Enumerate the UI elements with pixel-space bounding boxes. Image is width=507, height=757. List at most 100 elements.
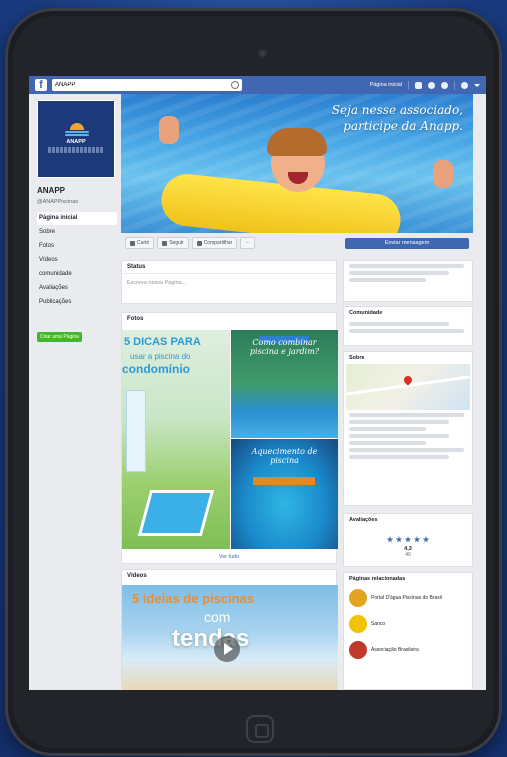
home-button[interactable] xyxy=(246,715,274,743)
photo-2-caption: Como combinar piscina e jardim? xyxy=(249,338,320,356)
avatar[interactable] xyxy=(349,615,367,633)
like-label: Curtir xyxy=(137,240,150,246)
logo-subtitle xyxy=(48,147,104,153)
camera-icon xyxy=(258,49,267,58)
blurred-text xyxy=(349,329,465,333)
share-icon xyxy=(196,240,202,246)
blurred-text xyxy=(349,322,449,326)
like-icon xyxy=(130,240,135,246)
related-page-name[interactable]: Portal D'água Piscinas do Brasil xyxy=(371,595,442,601)
nav-item-home[interactable]: Página inicial xyxy=(37,212,117,225)
avatar[interactable] xyxy=(349,641,367,659)
blurred-text xyxy=(349,420,449,424)
related-page-name[interactable]: Sanco xyxy=(371,621,385,627)
page-handle[interactable]: @ANAPPiscinas xyxy=(37,199,78,205)
nav-item-community[interactable]: comunidade xyxy=(37,268,117,281)
left-column: ANAPP ANAPP @ANAPPiscinas Página inicial… xyxy=(29,94,121,690)
blurred-text xyxy=(349,434,449,438)
search-box[interactable] xyxy=(52,79,242,91)
photo-1-line-1: 5 DICAS PARA xyxy=(124,336,201,348)
blurred-text xyxy=(349,455,449,459)
top-nav: Página inicial xyxy=(370,80,480,90)
photos-title[interactable]: Fotos xyxy=(122,313,336,325)
child-hair xyxy=(267,128,327,156)
search-input[interactable] xyxy=(55,80,205,90)
facebook-logo-icon[interactable]: f xyxy=(35,79,47,91)
related-pages-card: Páginas relacionadas Portal D'água Pisci… xyxy=(343,572,473,690)
star-icon xyxy=(386,536,394,543)
cover-slogan: Seja nesse associado, participe da Anapp… xyxy=(332,102,463,134)
blurred-text xyxy=(349,441,426,445)
blurred-text xyxy=(349,271,449,275)
star-icon xyxy=(395,536,403,543)
blurred-text xyxy=(349,264,465,268)
videos-card: Vídeos 5 ideias de piscinas com tendas xyxy=(121,569,338,690)
screen: f Página inicial ANAPP ANAPP @ANAPPiscin… xyxy=(29,76,486,690)
more-button[interactable]: ··· xyxy=(240,237,256,249)
see-all-photos-link[interactable]: Ver tudo xyxy=(122,554,336,560)
page-title[interactable]: ANAPP xyxy=(37,186,65,195)
create-page-button[interactable]: Criar uma Página xyxy=(37,332,82,342)
status-input[interactable]: Escreva nessa Página... xyxy=(122,273,336,292)
blurred-text xyxy=(349,448,465,452)
videos-title[interactable]: Vídeos xyxy=(122,570,336,582)
photos-card: Fotos 5 DICAS PARA usar a piscina do con… xyxy=(121,312,338,564)
friends-icon[interactable] xyxy=(415,81,422,89)
video-thumbnail[interactable]: 5 ideias de piscinas com tendas xyxy=(122,585,338,690)
send-message-button[interactable]: Enviar mensagem xyxy=(345,237,469,249)
status-card: Status Escreva nessa Página... xyxy=(121,260,337,304)
star-icon xyxy=(413,536,421,543)
thumbs-up-right xyxy=(433,160,453,188)
nav-item-reviews[interactable]: Avaliações xyxy=(37,282,117,295)
about-title: Sobre xyxy=(349,355,365,361)
location-map[interactable] xyxy=(346,364,470,410)
pool-illustration xyxy=(137,490,215,536)
anapp-logo-icon xyxy=(65,123,89,137)
photo-condominio[interactable]: 5 DICAS PARA usar a piscina do condomíni… xyxy=(122,330,230,549)
caret-down-icon[interactable] xyxy=(474,83,480,87)
about-card: Sobre xyxy=(343,351,473,506)
nav-item-posts[interactable]: Publicações xyxy=(37,296,117,309)
star-icon xyxy=(404,536,412,543)
nav-item-videos[interactable]: Vídeos xyxy=(37,254,117,267)
video-title-line-1: 5 ideias de piscinas xyxy=(132,591,255,606)
photo-heated-pool[interactable]: Aquecimento de piscina xyxy=(231,439,338,549)
blurred-text xyxy=(349,413,465,417)
rating-count: 40 xyxy=(405,552,411,558)
share-button[interactable]: Compartilhar xyxy=(191,237,238,249)
blurred-text xyxy=(349,278,426,282)
related-page-item[interactable]: Portal D'água Piscinas do Brasil xyxy=(344,585,472,611)
photo-garden-pool[interactable]: Como combinar piscina e jardim? xyxy=(231,330,338,438)
cover-line-1: Seja nesse associado, xyxy=(331,103,463,117)
reviews-title: Avaliações xyxy=(349,517,378,523)
left-nav: Página inicial Sobre Fotos Vídeos comuni… xyxy=(37,212,117,310)
help-icon[interactable] xyxy=(461,81,468,89)
video-title-line-2: com xyxy=(204,609,231,625)
reviews-card: Avaliações 4,3 40 xyxy=(343,513,473,567)
follow-label: Seguir xyxy=(169,240,184,246)
community-title: Comunidade xyxy=(349,310,383,316)
follow-button[interactable]: Seguir xyxy=(157,237,189,249)
globe-icon[interactable] xyxy=(441,81,448,89)
caption-tag xyxy=(253,477,315,485)
nav-item-photos[interactable]: Fotos xyxy=(37,240,117,253)
related-page-name[interactable]: Associação Brasileira xyxy=(371,647,419,653)
photo-1-line-3: condomínio xyxy=(122,362,190,376)
play-icon[interactable] xyxy=(214,636,240,662)
related-page-item[interactable]: Sanco xyxy=(344,611,472,637)
profile-picture[interactable]: ANAPP xyxy=(37,100,115,178)
divider xyxy=(454,80,455,90)
search-icon[interactable] xyxy=(231,81,239,89)
avatar[interactable] xyxy=(349,589,367,607)
action-bar: Curtir Seguir Compartilhar ··· Enviar me… xyxy=(121,233,473,253)
share-label: Compartilhar xyxy=(203,240,233,246)
nav-item-about[interactable]: Sobre xyxy=(37,226,117,239)
cover-photo[interactable]: Seja nesse associado, participe da Anapp… xyxy=(121,94,473,233)
building-illustration xyxy=(126,390,146,472)
messenger-icon[interactable] xyxy=(428,81,435,89)
related-page-item[interactable]: Associação Brasileira xyxy=(344,637,472,663)
like-button[interactable]: Curtir xyxy=(125,237,155,249)
photo-3-caption: Aquecimento de piscina xyxy=(251,447,318,465)
home-link[interactable]: Página inicial xyxy=(370,82,402,88)
cover-line-2: participe da Anapp. xyxy=(343,119,463,133)
